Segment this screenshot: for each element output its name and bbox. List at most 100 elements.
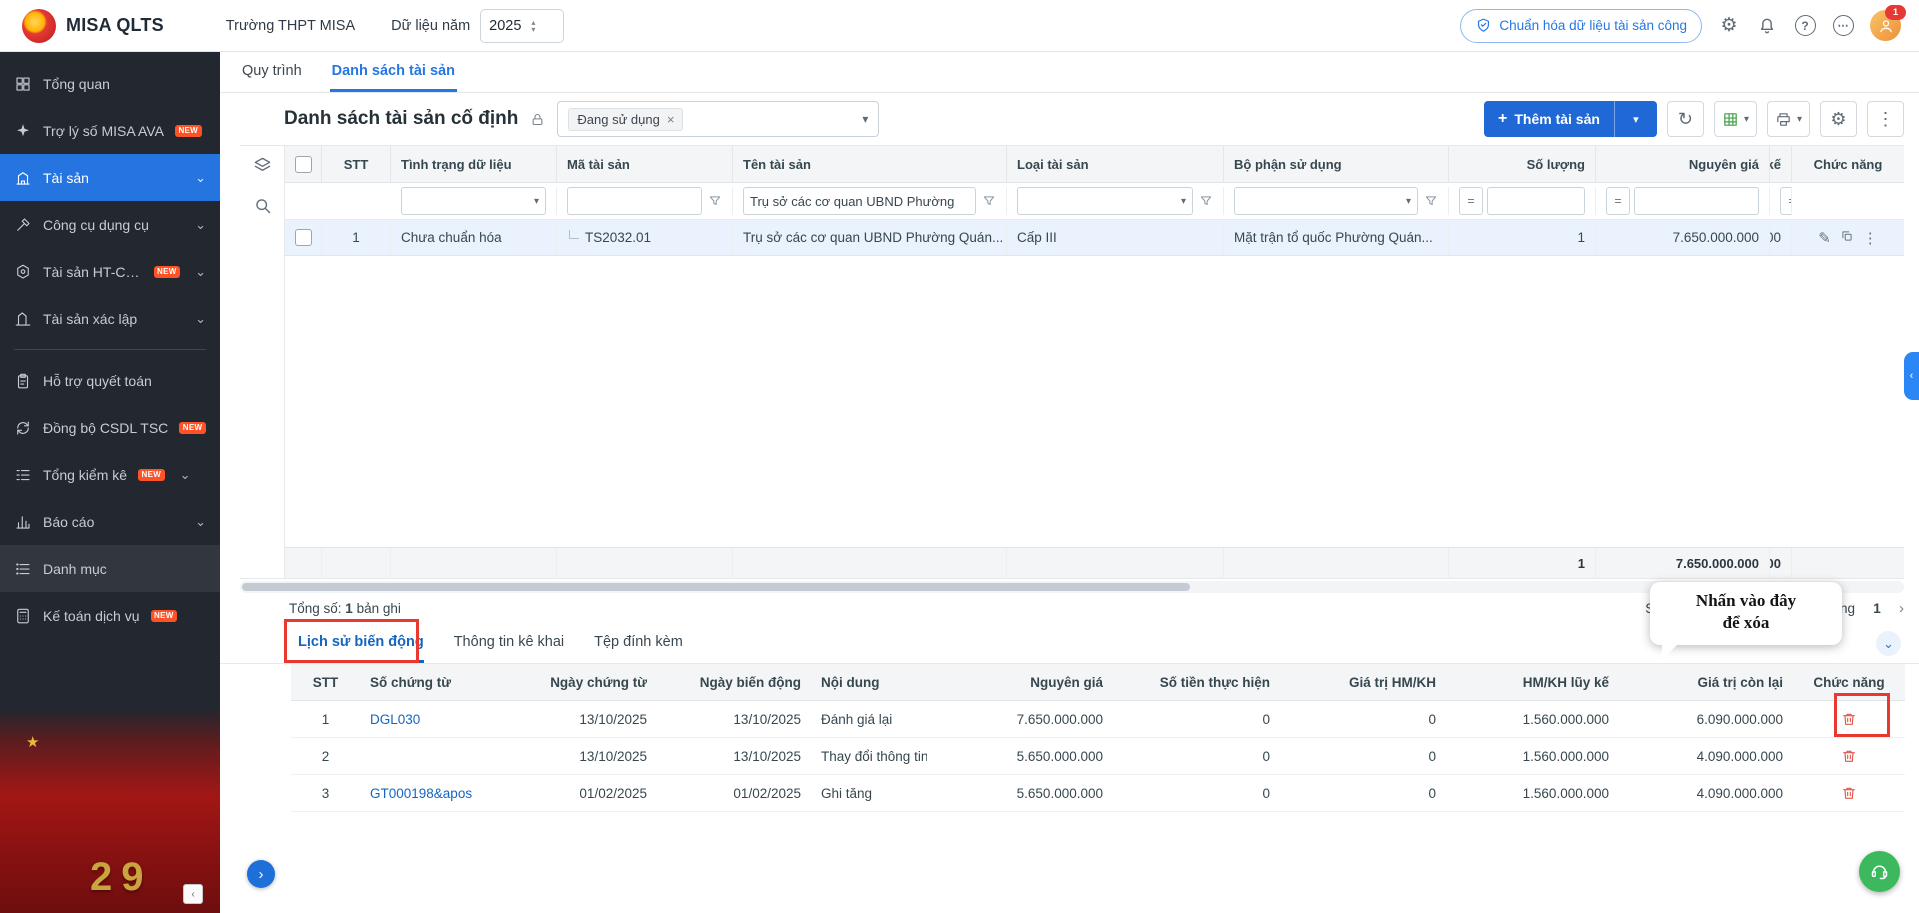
scrollbar-thumb[interactable] <box>242 583 1190 591</box>
tab-lich-su-bien-dong[interactable]: Lịch sử biến động <box>298 623 424 663</box>
more-actions-button[interactable]: ⋮ <box>1867 101 1904 137</box>
add-asset-button[interactable]: + Thêm tài sản <box>1484 101 1614 137</box>
sidebar-item-assets[interactable]: Tài sản ⌄ <box>0 154 220 201</box>
year-spinner-icon[interactable]: ▴▾ <box>531 19 535 33</box>
funnel-icon[interactable] <box>1199 194 1213 208</box>
chip-remove-icon[interactable]: × <box>667 113 675 126</box>
tree-node-icon <box>569 230 579 239</box>
chevron-down-icon: ⌄ <box>195 514 206 530</box>
view-layout-button[interactable]: ▾ <box>1714 101 1757 137</box>
page-title: Danh sách tài sản cố định <box>284 108 518 130</box>
tab-danh-sach-tai-san[interactable]: Danh sách tài sản <box>330 52 457 92</box>
side-panel-toggle[interactable]: ‹ <box>1904 352 1919 400</box>
header-loai-tai-san: Loại tài sản <box>1007 146 1224 182</box>
equals-operator[interactable]: = <box>1780 187 1792 215</box>
dept-filter-select[interactable]: ▾ <box>1234 187 1418 215</box>
notification-bell-icon[interactable] <box>1756 15 1778 37</box>
row-checkbox[interactable] <box>295 229 312 246</box>
sidebar-item-service-accounting[interactable]: Kế toán dịch vụ NEW <box>0 592 220 639</box>
collapse-panel-icon[interactable]: ⌄ <box>1876 631 1901 656</box>
cell-qty: 1 <box>1449 220 1596 255</box>
total-count: 1 <box>345 601 353 616</box>
sidebar-item-reports[interactable]: Báo cáo ⌄ <box>0 498 220 545</box>
code-filter-input[interactable] <box>567 187 702 215</box>
header-chuc-nang: Chức năng <box>1793 664 1905 700</box>
delete-history-button[interactable] <box>1841 748 1857 764</box>
settings-gear-icon[interactable]: ⚙ <box>1718 15 1740 37</box>
help-icon[interactable]: ? <box>1794 15 1816 37</box>
tab-tep-dinh-kem[interactable]: Tệp đính kèm <box>594 623 683 663</box>
funnel-icon[interactable] <box>1424 194 1438 208</box>
sidebar-item-ava-assistant[interactable]: Trợ lý số MISA AVA NEW <box>0 107 220 154</box>
add-asset-dropdown[interactable]: ▾ <box>1614 101 1657 137</box>
grid-settings-button[interactable]: ⚙ <box>1820 101 1857 137</box>
delete-history-button[interactable] <box>1841 785 1857 801</box>
sidebar-item-settlement-support[interactable]: Hỗ trợ quyết toán <box>0 357 220 404</box>
chevron-right-icon: › <box>259 866 264 883</box>
sidebar-item-tools-supplies[interactable]: Công cụ dụng cụ ⌄ <box>0 201 220 248</box>
notification-badge: 1 <box>1885 5 1906 20</box>
new-badge: NEW <box>175 125 202 137</box>
equals-operator[interactable]: = <box>1459 187 1483 215</box>
header-stt: STT <box>291 664 360 700</box>
cell-hmkh: 0 <box>1280 775 1446 811</box>
more-menu-icon[interactable]: ⋯ <box>1832 15 1854 37</box>
filter-status-cell: ▾ <box>391 187 557 215</box>
page-number[interactable]: 1 <box>1867 601 1887 616</box>
support-button[interactable] <box>1859 851 1900 892</box>
header-nguyen-gia: Nguyên giá <box>927 664 1113 700</box>
search-icon[interactable] <box>253 196 272 220</box>
new-badge: NEW <box>154 266 181 278</box>
layers-icon[interactable] <box>253 156 272 180</box>
name-filter-input[interactable] <box>743 187 976 215</box>
print-button[interactable]: ▾ <box>1767 101 1810 137</box>
cell-actions <box>1793 701 1905 737</box>
new-badge: NEW <box>179 422 206 434</box>
qty-filter-input[interactable] <box>1487 187 1585 215</box>
sidebar-item-established-assets[interactable]: Tài sản xác lập ⌄ <box>0 295 220 342</box>
select-all-cell <box>285 146 322 182</box>
copy-icon[interactable] <box>1840 229 1854 246</box>
equals-operator[interactable]: = <box>1606 187 1630 215</box>
select-all-checkbox[interactable] <box>295 156 312 173</box>
history-table: STT Số chứng từ Ngày chứng từ Ngày biến … <box>291 664 1905 812</box>
tab-quy-trinh[interactable]: Quy trình <box>240 52 304 92</box>
status-filter-dropdown[interactable]: Đang sử dụng × ▾ <box>557 101 879 137</box>
user-avatar[interactable]: 1 <box>1870 10 1901 41</box>
cost-filter-input[interactable] <box>1634 187 1759 215</box>
lock-icon <box>530 112 545 127</box>
status-filter-select[interactable]: ▾ <box>401 187 546 215</box>
cell-remaining: 4.090.000.000 <box>1619 738 1793 774</box>
summary-empty-cell <box>557 548 733 578</box>
chevron-down-icon: ⌄ <box>195 264 206 280</box>
sidebar-item-categories[interactable]: Danh mục <box>0 545 220 592</box>
delete-history-button[interactable] <box>1841 711 1857 727</box>
refresh-button[interactable]: ↻ <box>1667 101 1704 137</box>
artwork-number: 29 <box>90 855 153 900</box>
edit-icon[interactable]: ✎ <box>1818 229 1831 247</box>
sidebar-collapse-button[interactable]: ‹ <box>183 884 203 904</box>
sidebar-item-overview[interactable]: Tổng quan <box>0 60 220 107</box>
expand-panel-button[interactable]: › <box>247 860 275 888</box>
new-badge: NEW <box>151 610 178 622</box>
standardize-button[interactable]: Chuẩn hóa dữ liệu tài sản công <box>1460 9 1702 43</box>
sidebar-item-tsc-sync[interactable]: Đồng bộ CSDL TSC NEW <box>0 404 220 451</box>
asset-grid: STT Tình trạng dữ liệu Mã tài sản Tên tà… <box>240 145 1904 579</box>
document-link[interactable]: GT000198&apos <box>370 786 472 801</box>
funnel-icon[interactable] <box>708 194 722 208</box>
more-row-actions-icon[interactable]: ⋮ <box>1863 229 1878 247</box>
sidebar-item-inventory[interactable]: Tổng kiểm kê NEW ⌄ <box>0 451 220 498</box>
next-page-icon[interactable]: › <box>1899 600 1904 617</box>
sidebar-item-ht-cns-assets[interactable]: Tài sản HT-CNS NEW ⌄ <box>0 248 220 295</box>
cell-doc-no: GT000198&apos <box>360 775 508 811</box>
asset-table-row[interactable]: 1 Chưa chuẩn hóa TS2032.01 Trụ sở các cơ… <box>285 220 1904 256</box>
history-row: 3 GT000198&apos 01/02/2025 01/02/2025 Gh… <box>291 775 1905 812</box>
shield-check-icon <box>1475 17 1492 34</box>
header-hmkh: HM/KH lũy kế <box>1770 146 1792 182</box>
year-select[interactable]: 2025 ▴▾ <box>480 9 564 43</box>
cell-remaining: 6.090.000.000 <box>1619 701 1793 737</box>
document-link[interactable]: DGL030 <box>370 712 420 727</box>
tab-thong-tin-ke-khai[interactable]: Thông tin kê khai <box>454 623 564 663</box>
funnel-icon[interactable] <box>982 194 996 208</box>
type-filter-select[interactable]: ▾ <box>1017 187 1193 215</box>
